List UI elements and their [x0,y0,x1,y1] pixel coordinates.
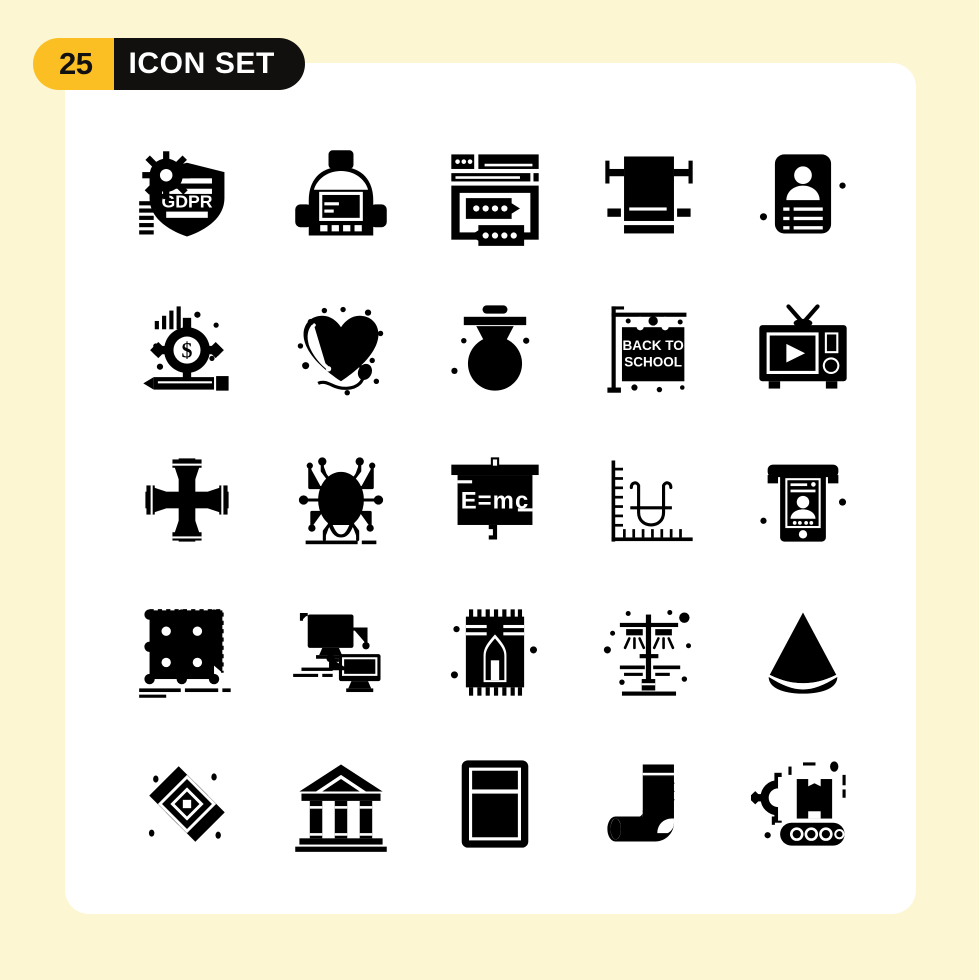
header-badge: 25 ICON SET [33,38,305,90]
content-monetization-icon: $ [143,306,229,391]
id-card-profile-icon [759,154,846,234]
icon-cell-street-lamp[interactable] [572,576,726,728]
watermelon-slice-icon [768,612,838,694]
icon-cell-circuit-bug[interactable] [264,424,418,576]
icon-cell-neural-network-grid[interactable] [110,576,264,728]
icon-cell-physics-blackboard[interactable]: E=mc [418,424,572,576]
icon-cell-parabola-graph[interactable] [572,424,726,576]
icon-cell-atm-kiosk[interactable] [726,424,880,576]
quality-medal-search-icon [451,305,530,391]
parabola-graph-icon [611,460,693,542]
svg-text:BACK TO: BACK TO [622,338,683,353]
icon-cell-gdpr-shield[interactable]: GDPR [110,120,264,272]
icon-cell-retro-television[interactable] [726,272,880,424]
layered-diamonds-icon [148,766,225,842]
icon-set-page: 25 ICON SET GDPR $ BACK TO SCHOOL E=mc [0,0,979,980]
icon-cell-quality-medal-search[interactable] [418,272,572,424]
icon-cell-connected-computers[interactable] [264,576,418,728]
icon-set-title: ICON SET [114,38,305,90]
icon-cell-refrigerator[interactable] [418,728,572,880]
street-lamp-icon [603,609,692,696]
icon-cell-sock[interactable] [572,728,726,880]
icon-cell-back-to-school-sign[interactable]: BACK TO SCHOOL [572,272,726,424]
icon-cell-layered-diamonds[interactable] [110,728,264,880]
icon-cell-conveyor-gear[interactable] [726,728,880,880]
icon-cell-web-chat-window[interactable] [418,120,572,272]
svg-text:SCHOOL: SCHOOL [624,355,682,370]
lug-wrench-icon [145,458,229,542]
circuit-bug-icon [298,457,384,545]
icon-cell-watermelon-slice[interactable] [726,576,880,728]
icon-cell-lug-wrench[interactable] [110,424,264,576]
icon-cell-window-blind[interactable] [572,120,726,272]
prayer-rug-icon [450,609,538,696]
window-blind-icon [605,156,693,234]
web-chat-window-icon [451,154,539,246]
atm-kiosk-icon [760,464,847,542]
refrigerator-icon [461,760,529,848]
connected-computers-icon [293,613,381,693]
icon-count-label: 25 [33,38,115,90]
retro-television-icon [759,304,847,389]
sock-icon [607,764,675,842]
icon-cell-bank-building[interactable] [264,728,418,880]
icon-cell-content-monetization[interactable]: $ [110,272,264,424]
neural-network-grid-icon [139,609,231,698]
conveyor-gear-icon [751,761,846,846]
icon-cell-prayer-rug[interactable] [418,576,572,728]
heart-stethoscope-icon [297,306,384,396]
gdpr-shield-icon: GDPR [139,151,225,237]
icon-cell-backpack[interactable] [264,120,418,272]
icon-cell-id-card-profile[interactable] [726,120,880,272]
back-to-school-sign-icon: BACK TO SCHOOL [607,306,687,393]
icon-cell-heart-stethoscope[interactable] [264,272,418,424]
svg-text:$: $ [182,338,193,362]
backpack-icon [295,150,387,236]
svg-text:E=mc: E=mc [461,487,530,514]
physics-blackboard-icon: E=mc [451,457,539,540]
bank-building-icon [295,764,387,852]
icon-grid: GDPR $ BACK TO SCHOOL E=mc [110,120,880,880]
